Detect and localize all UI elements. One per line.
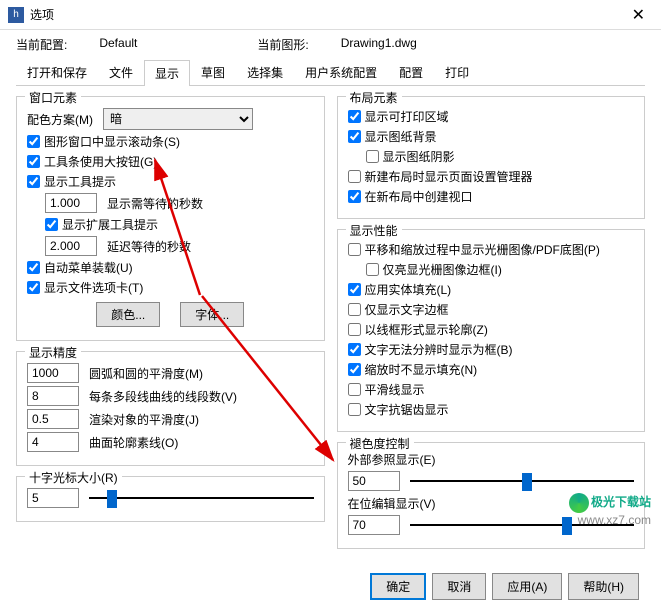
cb-tooltip[interactable]	[27, 175, 40, 188]
font-button[interactable]: 字体...	[180, 302, 244, 327]
inplace-input[interactable]	[348, 515, 400, 535]
cb-viewport[interactable]	[348, 190, 361, 203]
cancel-button[interactable]: 取消	[432, 573, 486, 600]
tab-display[interactable]: 显示	[144, 60, 190, 86]
arc-smooth-input[interactable]	[27, 363, 79, 383]
cb-scrollbar[interactable]	[27, 135, 40, 148]
group-display-precision: 显示精度 圆弧和圆的平滑度(M) 每条多段线曲线的线段数(V) 渲染对象的平滑度…	[16, 351, 325, 466]
ext-ref-slider[interactable]	[410, 471, 635, 491]
color-scheme-select[interactable]: 暗	[103, 108, 253, 130]
tab-selection[interactable]: 选择集	[236, 59, 294, 85]
tab-print[interactable]: 打印	[434, 59, 480, 85]
cb-smoothline[interactable]	[348, 383, 361, 396]
group-display-performance: 显示性能 平移和缩放过程中显示光栅图像/PDF底图(P) 仅亮显光栅图像边框(I…	[337, 229, 646, 432]
cb-solidfill[interactable]	[348, 283, 361, 296]
ext-sec-input[interactable]	[45, 236, 97, 256]
render-smooth-input[interactable]	[27, 409, 79, 429]
cb-antialias[interactable]	[348, 403, 361, 416]
tooltip-sec-input[interactable]	[45, 193, 97, 213]
group-cross-size: 十字光标大小(R)	[16, 476, 325, 522]
config-info: 当前配置: Default 当前图形: Drawing1.dwg	[0, 30, 661, 57]
cb-filetab[interactable]	[27, 281, 40, 294]
tab-open-save[interactable]: 打开和保存	[16, 59, 98, 85]
tab-config[interactable]: 配置	[388, 59, 434, 85]
ok-button[interactable]: 确定	[370, 573, 426, 600]
cb-nofill[interactable]	[348, 363, 361, 376]
cb-printable[interactable]	[348, 110, 361, 123]
cb-nodiff[interactable]	[348, 343, 361, 356]
cross-size-input[interactable]	[27, 488, 79, 508]
cb-ext-tooltip[interactable]	[45, 218, 58, 231]
dialog-title: 选项	[30, 6, 624, 23]
cross-size-slider[interactable]	[89, 488, 314, 508]
ext-ref-input[interactable]	[348, 471, 400, 491]
tab-draft[interactable]: 草图	[190, 59, 236, 85]
cb-shadow[interactable]	[366, 150, 379, 163]
color-button[interactable]: 颜色...	[96, 302, 160, 327]
cb-wireframe[interactable]	[348, 323, 361, 336]
cb-bigbtn[interactable]	[27, 155, 40, 168]
polyline-seg-input[interactable]	[27, 386, 79, 406]
cb-panzoom[interactable]	[348, 243, 361, 256]
cb-highlight[interactable]	[366, 263, 379, 276]
apply-button[interactable]: 应用(A)	[492, 573, 562, 600]
tab-file[interactable]: 文件	[98, 59, 144, 85]
cb-autoload[interactable]	[27, 261, 40, 274]
cb-pgsetup[interactable]	[348, 170, 361, 183]
surface-line-input[interactable]	[27, 432, 79, 452]
app-icon: h	[8, 7, 24, 23]
cb-textframe[interactable]	[348, 303, 361, 316]
close-icon[interactable]: ✕	[624, 5, 653, 25]
tab-user-sys[interactable]: 用户系统配置	[294, 59, 388, 85]
group-layout-elements: 布局元素 显示可打印区域 显示图纸背景 显示图纸阴影 新建布局时显示页面设置管理…	[337, 96, 646, 219]
cb-paperbg[interactable]	[348, 130, 361, 143]
watermark: 极光下载站 www.xz7.com	[569, 493, 651, 527]
tab-bar: 打开和保存 文件 显示 草图 选择集 用户系统配置 配置 打印	[16, 59, 645, 86]
group-window-elements: 窗口元素 配色方案(M) 暗 图形窗口中显示滚动条(S) 工具条使用大按钮(G)…	[16, 96, 325, 341]
help-button[interactable]: 帮助(H)	[568, 573, 639, 600]
